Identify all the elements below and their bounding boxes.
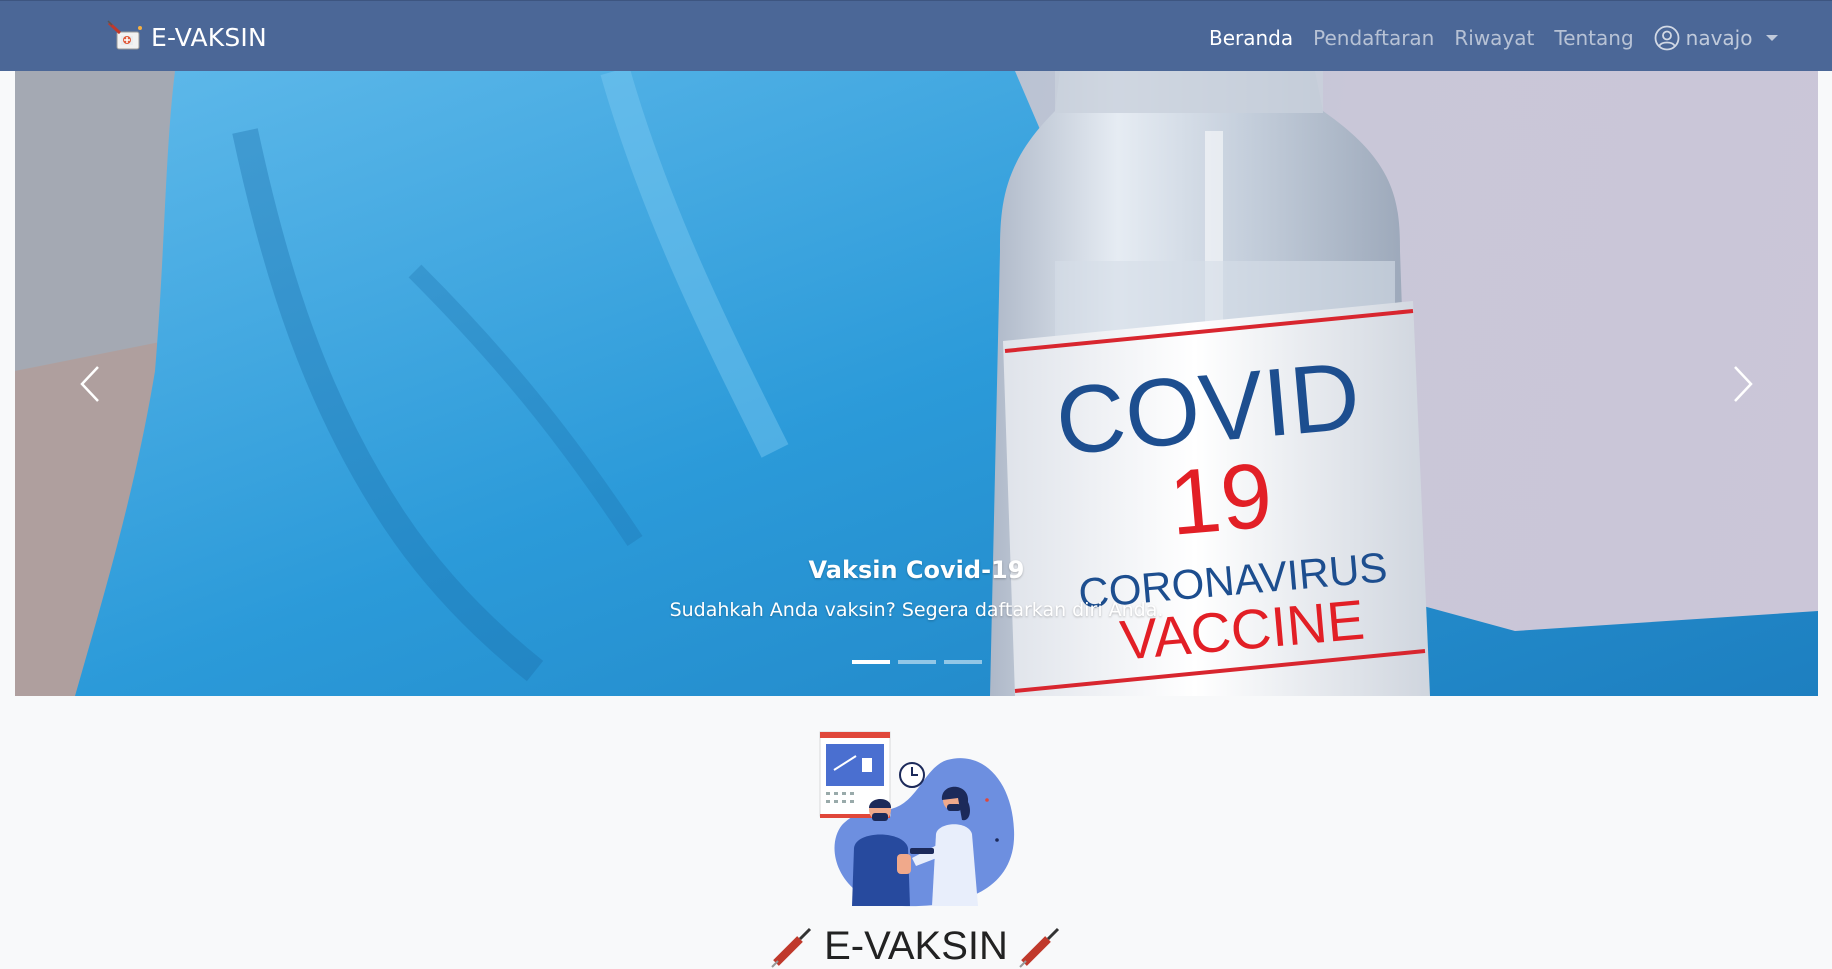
slide-title: Vaksin Covid-19: [808, 556, 1025, 584]
user-dropdown[interactable]: navajo: [1654, 25, 1779, 51]
section-heading: E-VAKSIN: [0, 924, 1832, 969]
vaccination-illustration: [819, 731, 1015, 907]
chevron-down-icon: [1766, 35, 1779, 41]
carousel-indicator-1[interactable]: [851, 660, 890, 664]
carousel-indicator-3[interactable]: [943, 660, 982, 664]
brand-link[interactable]: E-VAKSIN: [107, 20, 267, 54]
nav-link-riwayat[interactable]: Riwayat: [1454, 26, 1534, 50]
user-circle-icon: [1654, 25, 1680, 51]
slide-text: Sudahkah Anda vaksin? Segera daftarkan d…: [669, 599, 1164, 621]
section-heading-text: E-VAKSIN: [824, 924, 1008, 968]
navbar: E-VAKSIN Beranda Pendaftaran Riwayat Ten…: [0, 0, 1832, 71]
carousel-indicator-2[interactable]: [897, 660, 936, 664]
vaccine-logo-icon: [107, 20, 142, 50]
nav-link-beranda[interactable]: Beranda: [1209, 26, 1293, 50]
user-name: navajo: [1685, 26, 1753, 50]
syringe-icon: [1019, 927, 1059, 968]
carousel-indicators: [15, 660, 1818, 664]
vial-label-line2: 19: [1165, 444, 1276, 555]
nav-link-tentang[interactable]: Tentang: [1554, 26, 1633, 50]
chevron-left-icon: [80, 365, 99, 402]
nav-link-pendaftaran[interactable]: Pendaftaran: [1313, 26, 1434, 50]
chevron-right-icon: [1734, 365, 1753, 402]
nav-menu: Beranda Pendaftaran Riwayat Tentang nava…: [1209, 21, 1779, 55]
syringe-icon: [771, 927, 812, 968]
hero-carousel: COVID 19 CORONAVIRUS VACCINE Vaksin Covi…: [15, 71, 1818, 696]
brand-text: E-VAKSIN: [151, 22, 267, 52]
